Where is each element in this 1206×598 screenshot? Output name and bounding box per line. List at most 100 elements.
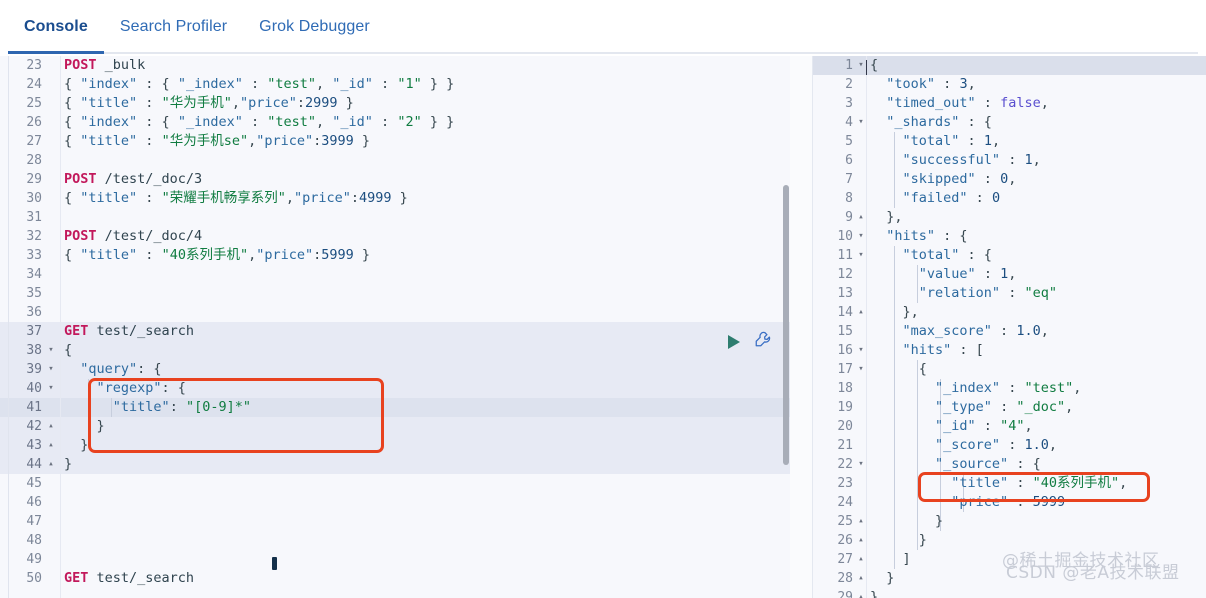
fold-close-icon[interactable]: ▴ <box>856 588 866 598</box>
fold-open-icon[interactable]: ▾ <box>856 113 866 132</box>
fold-close-icon[interactable]: ▴ <box>856 512 866 531</box>
code-line[interactable]: 48 <box>0 531 790 550</box>
code-line[interactable]: 25 { "title" : "华为手机","price":2999 } <box>0 94 790 113</box>
fold-open-icon[interactable]: ▾ <box>46 341 56 360</box>
code-line[interactable]: 29 POST /test/_doc/3 <box>0 170 790 189</box>
code-line[interactable]: 19 "_type" : "_doc", <box>813 398 1206 417</box>
fold-open-icon[interactable]: ▾ <box>856 56 866 75</box>
fold-close-icon[interactable]: ▴ <box>856 550 866 569</box>
fold-open-icon[interactable]: ▾ <box>856 455 866 474</box>
code-line[interactable]: 33 { "title" : "40系列手机","price":5999 } <box>0 246 790 265</box>
code-text: "_score" : 1.0, <box>935 437 1057 453</box>
code-line[interactable]: 3 "timed_out" : false, <box>813 94 1206 113</box>
line-number: 50 <box>26 571 42 586</box>
fold-open-icon[interactable]: ▾ <box>856 341 866 360</box>
fold-open-icon[interactable]: ▾ <box>856 360 866 379</box>
tab-bar: Console Search Profiler Grok Debugger <box>0 0 1206 54</box>
line-number: 10 <box>837 229 853 244</box>
code-line[interactable]: 10 ▾ "hits" : { <box>813 227 1206 246</box>
code-line[interactable]: 26 { "index" : { "_index" : "test", "_id"… <box>0 113 790 132</box>
code-line[interactable]: 36 <box>0 303 790 322</box>
code-line[interactable]: 47 <box>0 512 790 531</box>
code-line[interactable]: 16 ▾ "hits" : [ <box>813 341 1206 360</box>
code-line[interactable]: 28 <box>0 151 790 170</box>
tab-search-profiler[interactable]: Search Profiler <box>104 0 243 54</box>
fold-close-icon[interactable]: ▴ <box>856 531 866 550</box>
code-line[interactable]: 43 ▴ } <box>0 436 790 455</box>
fold-open-icon[interactable]: ▾ <box>856 227 866 246</box>
fold-close-icon[interactable]: ▴ <box>856 208 866 227</box>
code-line[interactable]: 24 "price" : 5999 <box>813 493 1206 512</box>
code-line[interactable]: 23 POST _bulk <box>0 56 790 75</box>
code-text: POST /test/_doc/3 <box>64 171 203 187</box>
code-line[interactable]: 15 "max_score" : 1.0, <box>813 322 1206 341</box>
code-line[interactable]: 26 ▴ } <box>813 531 1206 550</box>
code-line[interactable]: 23 "title" : "40系列手机", <box>813 474 1206 493</box>
code-line[interactable]: 42 ▴ } <box>0 417 790 436</box>
code-line[interactable]: 25 ▴ } <box>813 512 1206 531</box>
code-line[interactable]: 30 { "title" : "荣耀手机畅享系列","price":4999 } <box>0 189 790 208</box>
code-line[interactable]: 29 ▴} <box>813 588 1206 598</box>
response-output-pane[interactable]: 1 ▾{2 "took" : 3, 3 "timed_out" : false, 4 ▾… <box>813 56 1206 598</box>
code-line[interactable]: 22 ▾ "_source" : { <box>813 455 1206 474</box>
fold-close-icon[interactable]: ▴ <box>856 303 866 322</box>
code-line[interactable]: 39 ▾ "query": { <box>0 360 790 379</box>
code-line[interactable]: 9 ▴ }, <box>813 208 1206 227</box>
code-line[interactable]: 27 { "title" : "华为手机se","price":3999 } <box>0 132 790 151</box>
code-line[interactable]: 38 ▾ { <box>0 341 790 360</box>
code-line[interactable]: 20 "_id" : "4", <box>813 417 1206 436</box>
code-line[interactable]: 35 <box>0 284 790 303</box>
play-icon[interactable] <box>728 334 740 349</box>
code-line[interactable]: 46 <box>0 493 790 512</box>
editor-scrollbar-thumb[interactable] <box>783 185 789 465</box>
code-line[interactable]: 6 "successful" : 1, <box>813 151 1206 170</box>
code-line[interactable]: 11 ▾ "total" : { <box>813 246 1206 265</box>
code-line[interactable]: 41 "title": "[0-9]*" <box>0 398 790 417</box>
code-line[interactable]: 24 { "index" : { "_index" : "test", "_id"… <box>0 75 790 94</box>
fold-close-icon[interactable]: ▴ <box>46 455 56 474</box>
code-line[interactable]: 5 "total" : 1, <box>813 132 1206 151</box>
line-number: 36 <box>26 305 42 320</box>
fold-open-icon[interactable]: ▾ <box>856 246 866 265</box>
tab-grok-debugger[interactable]: Grok Debugger <box>243 0 386 54</box>
code-line[interactable]: 17 ▾ { <box>813 360 1206 379</box>
fold-open-icon[interactable]: ▾ <box>46 379 56 398</box>
code-line[interactable]: 27 ▴ ] <box>813 550 1206 569</box>
code-line[interactable]: 7 "skipped" : 0, <box>813 170 1206 189</box>
code-line[interactable]: 50 GET test/_search <box>0 569 790 588</box>
code-line[interactable]: 14 ▴ }, <box>813 303 1206 322</box>
tab-console[interactable]: Console <box>8 0 104 54</box>
code-line[interactable]: 37 GET test/_search <box>0 322 790 341</box>
code-line[interactable]: 45 <box>0 474 790 493</box>
code-line[interactable]: 18 "_index" : "test", <box>813 379 1206 398</box>
response-output-code[interactable]: 1 ▾{2 "took" : 3, 3 "timed_out" : false, 4 ▾… <box>813 56 1206 598</box>
line-number: 31 <box>26 210 42 225</box>
fold-close-icon[interactable]: ▴ <box>46 436 56 455</box>
code-line[interactable]: 40 ▾ "regexp": { <box>0 379 790 398</box>
code-text: { "title" : "40系列手机","price":5999 } <box>64 247 371 263</box>
fold-close-icon[interactable]: ▴ <box>46 417 56 436</box>
request-editor-code[interactable]: 23 POST _bulk 24 { "index" : { "_index" : "… <box>0 56 790 588</box>
code-line[interactable]: 12 "value" : 1, <box>813 265 1206 284</box>
code-line[interactable]: 13 "relation" : "eq" <box>813 284 1206 303</box>
fold-open-icon[interactable]: ▾ <box>46 360 56 379</box>
line-number: 9 <box>845 210 853 225</box>
code-line[interactable]: 2 "took" : 3, <box>813 75 1206 94</box>
code-line[interactable]: 28 ▴ } <box>813 569 1206 588</box>
code-line[interactable]: 49 <box>0 550 790 569</box>
code-line[interactable]: 32 POST /test/_doc/4 <box>0 227 790 246</box>
code-line[interactable]: 4 ▾ "_shards" : { <box>813 113 1206 132</box>
code-text: { "index" : { "_index" : "test", "_id" :… <box>64 76 455 92</box>
code-text: } <box>64 437 89 453</box>
pane-splitter[interactable] <box>790 56 812 598</box>
code-line[interactable]: 8 "failed" : 0 <box>813 189 1206 208</box>
code-line[interactable]: 21 "_score" : 1.0, <box>813 436 1206 455</box>
code-line[interactable]: 31 <box>0 208 790 227</box>
request-editor-pane[interactable]: 23 POST _bulk 24 { "index" : { "_index" : "… <box>0 56 790 598</box>
code-line[interactable]: 1 ▾{ <box>813 56 1206 75</box>
code-line[interactable]: 44 ▴} <box>0 455 790 474</box>
code-line[interactable]: 34 <box>0 265 790 284</box>
line-number: 13 <box>837 286 853 301</box>
wrench-icon[interactable] <box>754 330 772 353</box>
fold-close-icon[interactable]: ▴ <box>856 569 866 588</box>
